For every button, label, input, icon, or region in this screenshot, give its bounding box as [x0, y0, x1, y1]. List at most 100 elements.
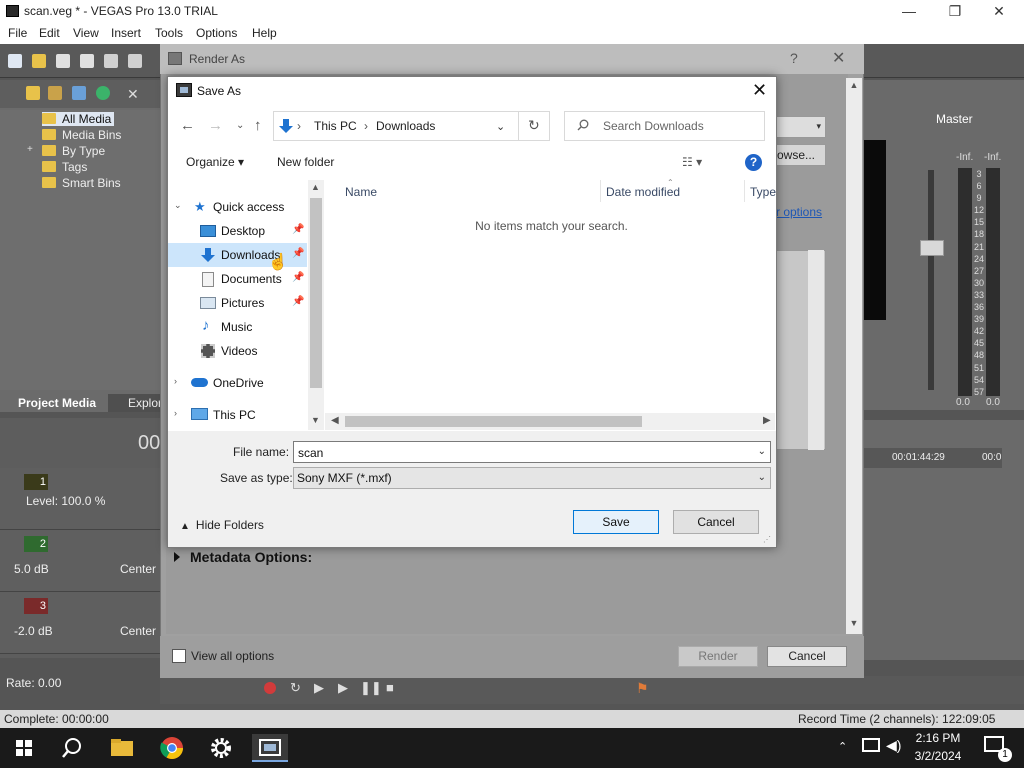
- render-button[interactable]: Render: [678, 646, 758, 667]
- import-media-icon[interactable]: [26, 86, 40, 100]
- nav-videos[interactable]: Videos: [168, 339, 307, 363]
- chevron-up-icon[interactable]: ⌃: [838, 740, 847, 753]
- nav-desktop[interactable]: Desktop 📌: [168, 219, 307, 243]
- close-button[interactable]: ✕: [976, 0, 1022, 22]
- minimize-button[interactable]: —: [886, 0, 932, 22]
- nav-pictures[interactable]: Pictures 📌: [168, 291, 307, 315]
- start-button[interactable]: [8, 734, 40, 762]
- hide-folders-button[interactable]: ▲ Hide Folders: [180, 518, 264, 532]
- vegas-taskbar-icon[interactable]: [252, 734, 288, 762]
- column-header-date-modified[interactable]: Date modified: [606, 185, 680, 199]
- expand-icon[interactable]: +: [27, 144, 33, 155]
- scroll-down-icon[interactable]: ▼: [311, 415, 320, 425]
- pin-icon[interactable]: 📌: [292, 272, 304, 283]
- properties-icon[interactable]: [128, 54, 142, 68]
- up-arrow-icon[interactable]: ↑: [254, 117, 262, 134]
- marker-icon[interactable]: ⚑: [636, 680, 649, 697]
- clock-date[interactable]: 3/2/2024: [906, 749, 970, 763]
- file-list-hscrollbar[interactable]: ◀ ▶: [325, 413, 775, 430]
- scroll-thumb[interactable]: [345, 416, 642, 427]
- chevron-down-icon[interactable]: ⌄: [758, 472, 766, 483]
- tree-item-media-bins[interactable]: Media Bins: [42, 128, 121, 142]
- menu-tools[interactable]: Tools: [155, 26, 183, 40]
- tab-project-media[interactable]: Project Media: [0, 394, 108, 412]
- forward-arrow-icon[interactable]: →: [208, 117, 223, 134]
- track-header[interactable]: 1 Level: 100.0 %: [0, 468, 165, 530]
- nav-this-pc[interactable]: › This PC: [168, 403, 307, 427]
- tree-item-all-media[interactable]: All Media: [42, 112, 115, 126]
- scroll-right-icon[interactable]: ▶: [763, 415, 771, 426]
- pin-icon[interactable]: 📌: [292, 248, 304, 259]
- master-fader[interactable]: [920, 240, 944, 256]
- render-options-link[interactable]: r options: [776, 205, 822, 219]
- render-dialog-scrollbar[interactable]: ▲ ▼: [846, 78, 862, 634]
- file-explorer-icon[interactable]: [106, 734, 138, 762]
- stop-icon[interactable]: ■: [386, 680, 394, 695]
- clock-time[interactable]: 2:16 PM: [908, 731, 968, 745]
- browse-button[interactable]: owse...: [776, 144, 826, 166]
- remove-media-icon[interactable]: ✕: [127, 86, 139, 103]
- expand-chevron-icon[interactable]: ›: [174, 408, 177, 418]
- render-list-scrollbar[interactable]: [808, 250, 824, 450]
- search-input[interactable]: [603, 118, 758, 134]
- address-dropdown-icon[interactable]: ⌄: [496, 120, 505, 133]
- search-box[interactable]: [564, 111, 765, 141]
- chrome-icon[interactable]: [156, 734, 188, 762]
- render-close-button[interactable]: ✕: [832, 48, 845, 68]
- save-as-icon[interactable]: [80, 54, 94, 68]
- cancel-button[interactable]: Cancel: [673, 510, 759, 534]
- help-button[interactable]: ?: [745, 154, 762, 171]
- render-cancel-button[interactable]: Cancel: [767, 646, 847, 667]
- pin-icon[interactable]: 📌: [292, 224, 304, 235]
- back-arrow-icon[interactable]: ←: [180, 117, 195, 134]
- expand-chevron-icon[interactable]: ›: [174, 376, 177, 386]
- breadcrumb-this-pc[interactable]: This PC: [314, 119, 357, 133]
- pin-icon[interactable]: 📌: [292, 296, 304, 307]
- save-as-close-button[interactable]: ✕: [752, 80, 767, 101]
- nav-music[interactable]: ♪ Music: [168, 315, 307, 339]
- column-divider[interactable]: [744, 180, 745, 202]
- file-name-combobox[interactable]: ⌄: [293, 441, 771, 463]
- scroll-thumb[interactable]: [310, 198, 322, 388]
- refresh-icon[interactable]: ↻: [528, 117, 540, 134]
- view-options-button[interactable]: ☷ ▾: [682, 155, 702, 169]
- column-header-type[interactable]: Type: [750, 185, 776, 199]
- pause-icon[interactable]: ❚❚: [360, 680, 382, 696]
- new-folder-button[interactable]: New folder: [277, 155, 334, 169]
- render-name-field[interactable]: ▾: [776, 116, 826, 138]
- column-divider[interactable]: [600, 180, 601, 202]
- settings-gear-icon[interactable]: [205, 734, 237, 762]
- track-header[interactable]: 2 5.0 dB Center: [0, 530, 165, 592]
- save-as-type-select[interactable]: Sony MXF (*.mxf) ⌄: [293, 467, 771, 489]
- loop-icon[interactable]: ↻: [290, 680, 301, 696]
- menu-options[interactable]: Options: [196, 26, 237, 40]
- open-folder-icon[interactable]: [32, 54, 46, 68]
- save-button[interactable]: Save: [573, 510, 659, 534]
- collapse-chevron-icon[interactable]: ⌄: [174, 200, 182, 211]
- tree-item-by-type[interactable]: By Type: [42, 144, 105, 158]
- get-media-icon[interactable]: [72, 86, 86, 100]
- save-icon[interactable]: [56, 54, 70, 68]
- play-icon[interactable]: ▶: [338, 680, 348, 696]
- column-header-name[interactable]: Name: [345, 185, 377, 199]
- network-icon[interactable]: [862, 738, 880, 752]
- web-icon[interactable]: [96, 86, 110, 100]
- tree-item-tags[interactable]: Tags: [42, 160, 87, 174]
- volume-icon[interactable]: ◀): [886, 737, 901, 754]
- file-name-input[interactable]: [298, 445, 738, 460]
- view-all-options-checkbox[interactable]: [172, 649, 186, 663]
- nav-onedrive[interactable]: › OneDrive: [168, 371, 307, 395]
- tab-explorer[interactable]: Explor: [128, 396, 162, 410]
- render-help-button[interactable]: ?: [790, 50, 798, 66]
- capture-video-icon[interactable]: [48, 86, 62, 100]
- menu-view[interactable]: View: [73, 26, 99, 40]
- menu-edit[interactable]: Edit: [39, 26, 60, 40]
- tree-item-smart-bins[interactable]: Smart Bins: [42, 176, 121, 190]
- scroll-up-icon[interactable]: ▲: [311, 182, 320, 192]
- scroll-left-icon[interactable]: ◀: [331, 415, 339, 426]
- render-icon[interactable]: [104, 54, 118, 68]
- recent-locations-chevron-icon[interactable]: ⌄: [236, 120, 244, 131]
- track-header[interactable]: 3 -2.0 dB Center: [0, 592, 165, 654]
- view-all-options-label[interactable]: View all options: [191, 649, 274, 663]
- nav-quick-access[interactable]: ⌄ ★ Quick access: [168, 195, 307, 219]
